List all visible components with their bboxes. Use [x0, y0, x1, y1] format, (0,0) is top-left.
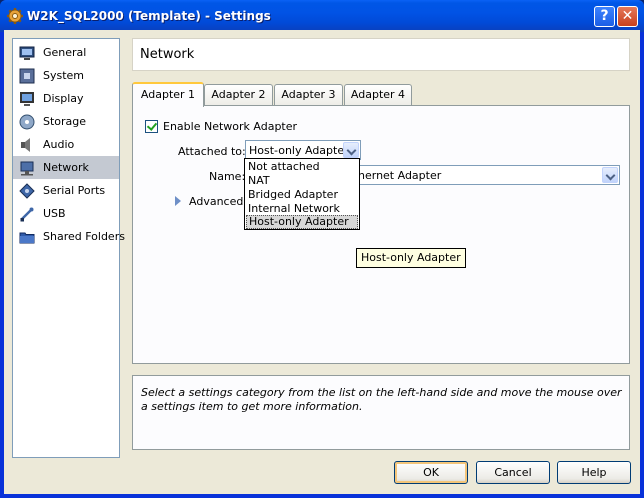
cancel-button[interactable]: Cancel [476, 461, 550, 484]
description-box: Select a settings category from the list… [132, 375, 630, 450]
sidebar-item-shared-folders[interactable]: Shared Folders [13, 225, 125, 248]
option-not-attached[interactable]: Not attached [246, 160, 358, 174]
tooltip: Host-only Adapter [356, 248, 466, 268]
description-text: Select a settings category from the list… [141, 386, 622, 413]
page-title: Network [140, 47, 195, 62]
gear-icon [7, 8, 23, 24]
tab-adapter-4[interactable]: Adapter 4 [344, 84, 412, 107]
sidebar-item-usb[interactable]: USB [13, 202, 119, 225]
name-value: hernet Adapter [358, 169, 442, 182]
attached-to-dropdown-list[interactable]: Not attached NAT Bridged Adapter Interna… [244, 158, 360, 230]
window-title: W2K_SQL2000 (Template) - Settings [27, 9, 271, 23]
tab-adapter-3[interactable]: Adapter 3 [274, 84, 343, 107]
sidebar-item-label: USB [43, 207, 66, 220]
option-bridged-adapter[interactable]: Bridged Adapter [246, 188, 358, 202]
attached-to-label: Attached to: [178, 145, 246, 158]
sidebar-item-system[interactable]: System [13, 64, 119, 87]
sidebar-item-label: Shared Folders [43, 230, 125, 243]
sidebar-item-label: Network [43, 161, 89, 174]
sidebar-item-audio[interactable]: Audio [13, 133, 119, 156]
adapter-panel: Enable Network Adapter Attached to: Host… [132, 105, 630, 364]
advanced-toggle[interactable]: Advanced [189, 195, 243, 208]
enable-adapter-checkbox[interactable] [145, 120, 158, 133]
sidebar-item-storage[interactable]: Storage [13, 110, 119, 133]
attached-to-value: Host-only Adapter [249, 144, 349, 157]
chevron-down-icon[interactable] [602, 167, 618, 183]
serial-ports-icon [19, 182, 35, 199]
page-header: Network [132, 38, 630, 71]
sidebar-item-network[interactable]: Network [13, 156, 119, 179]
sidebar-item-label: Storage [43, 115, 87, 128]
sidebar-item-label: Serial Ports [43, 184, 106, 197]
tab-adapter-2[interactable]: Adapter 2 [204, 84, 273, 107]
sidebar-item-serial-ports[interactable]: Serial Ports [13, 179, 119, 202]
sidebar-item-label: Display [43, 92, 84, 105]
system-icon [19, 68, 35, 83]
help-title-button[interactable]: ? [594, 6, 615, 27]
expand-arrow-icon[interactable] [175, 196, 181, 206]
enable-adapter-label[interactable]: Enable Network Adapter [163, 120, 297, 133]
shared-folders-icon [19, 232, 35, 243]
tab-adapter-1[interactable]: Adapter 1 [132, 82, 204, 107]
title-bar[interactable]: W2K_SQL2000 (Template) - Settings ? ✕ [0, 0, 644, 32]
dialog-client: General System Display Storage Audio Net… [4, 30, 640, 494]
general-icon [19, 46, 35, 60]
name-label: Name: [209, 170, 246, 183]
option-internal-network[interactable]: Internal Network [246, 202, 358, 216]
sidebar-item-label: Audio [43, 138, 75, 151]
settings-window: W2K_SQL2000 (Template) - Settings ? ✕ Ge… [0, 0, 644, 498]
close-button[interactable]: ✕ [617, 6, 638, 27]
sidebar-item-label: General [43, 46, 87, 59]
chevron-down-icon[interactable] [343, 142, 359, 158]
sidebar-item-label: System [43, 69, 85, 82]
network-icon [20, 161, 34, 175]
ok-button[interactable]: OK [394, 461, 468, 484]
help-button[interactable]: Help [557, 461, 631, 484]
settings-category-list[interactable]: General System Display Storage Audio Net… [12, 38, 125, 458]
attached-to-select[interactable]: Host-only Adapter [245, 140, 361, 160]
display-icon [20, 91, 34, 106]
audio-icon [21, 137, 30, 152]
sidebar-item-display[interactable]: Display [13, 87, 119, 110]
sidebar-item-general[interactable]: General [13, 41, 119, 64]
option-nat[interactable]: NAT [246, 174, 358, 188]
storage-icon [19, 114, 35, 129]
usb-icon [20, 207, 34, 221]
option-host-only-adapter[interactable]: Host-only Adapter [246, 215, 358, 229]
